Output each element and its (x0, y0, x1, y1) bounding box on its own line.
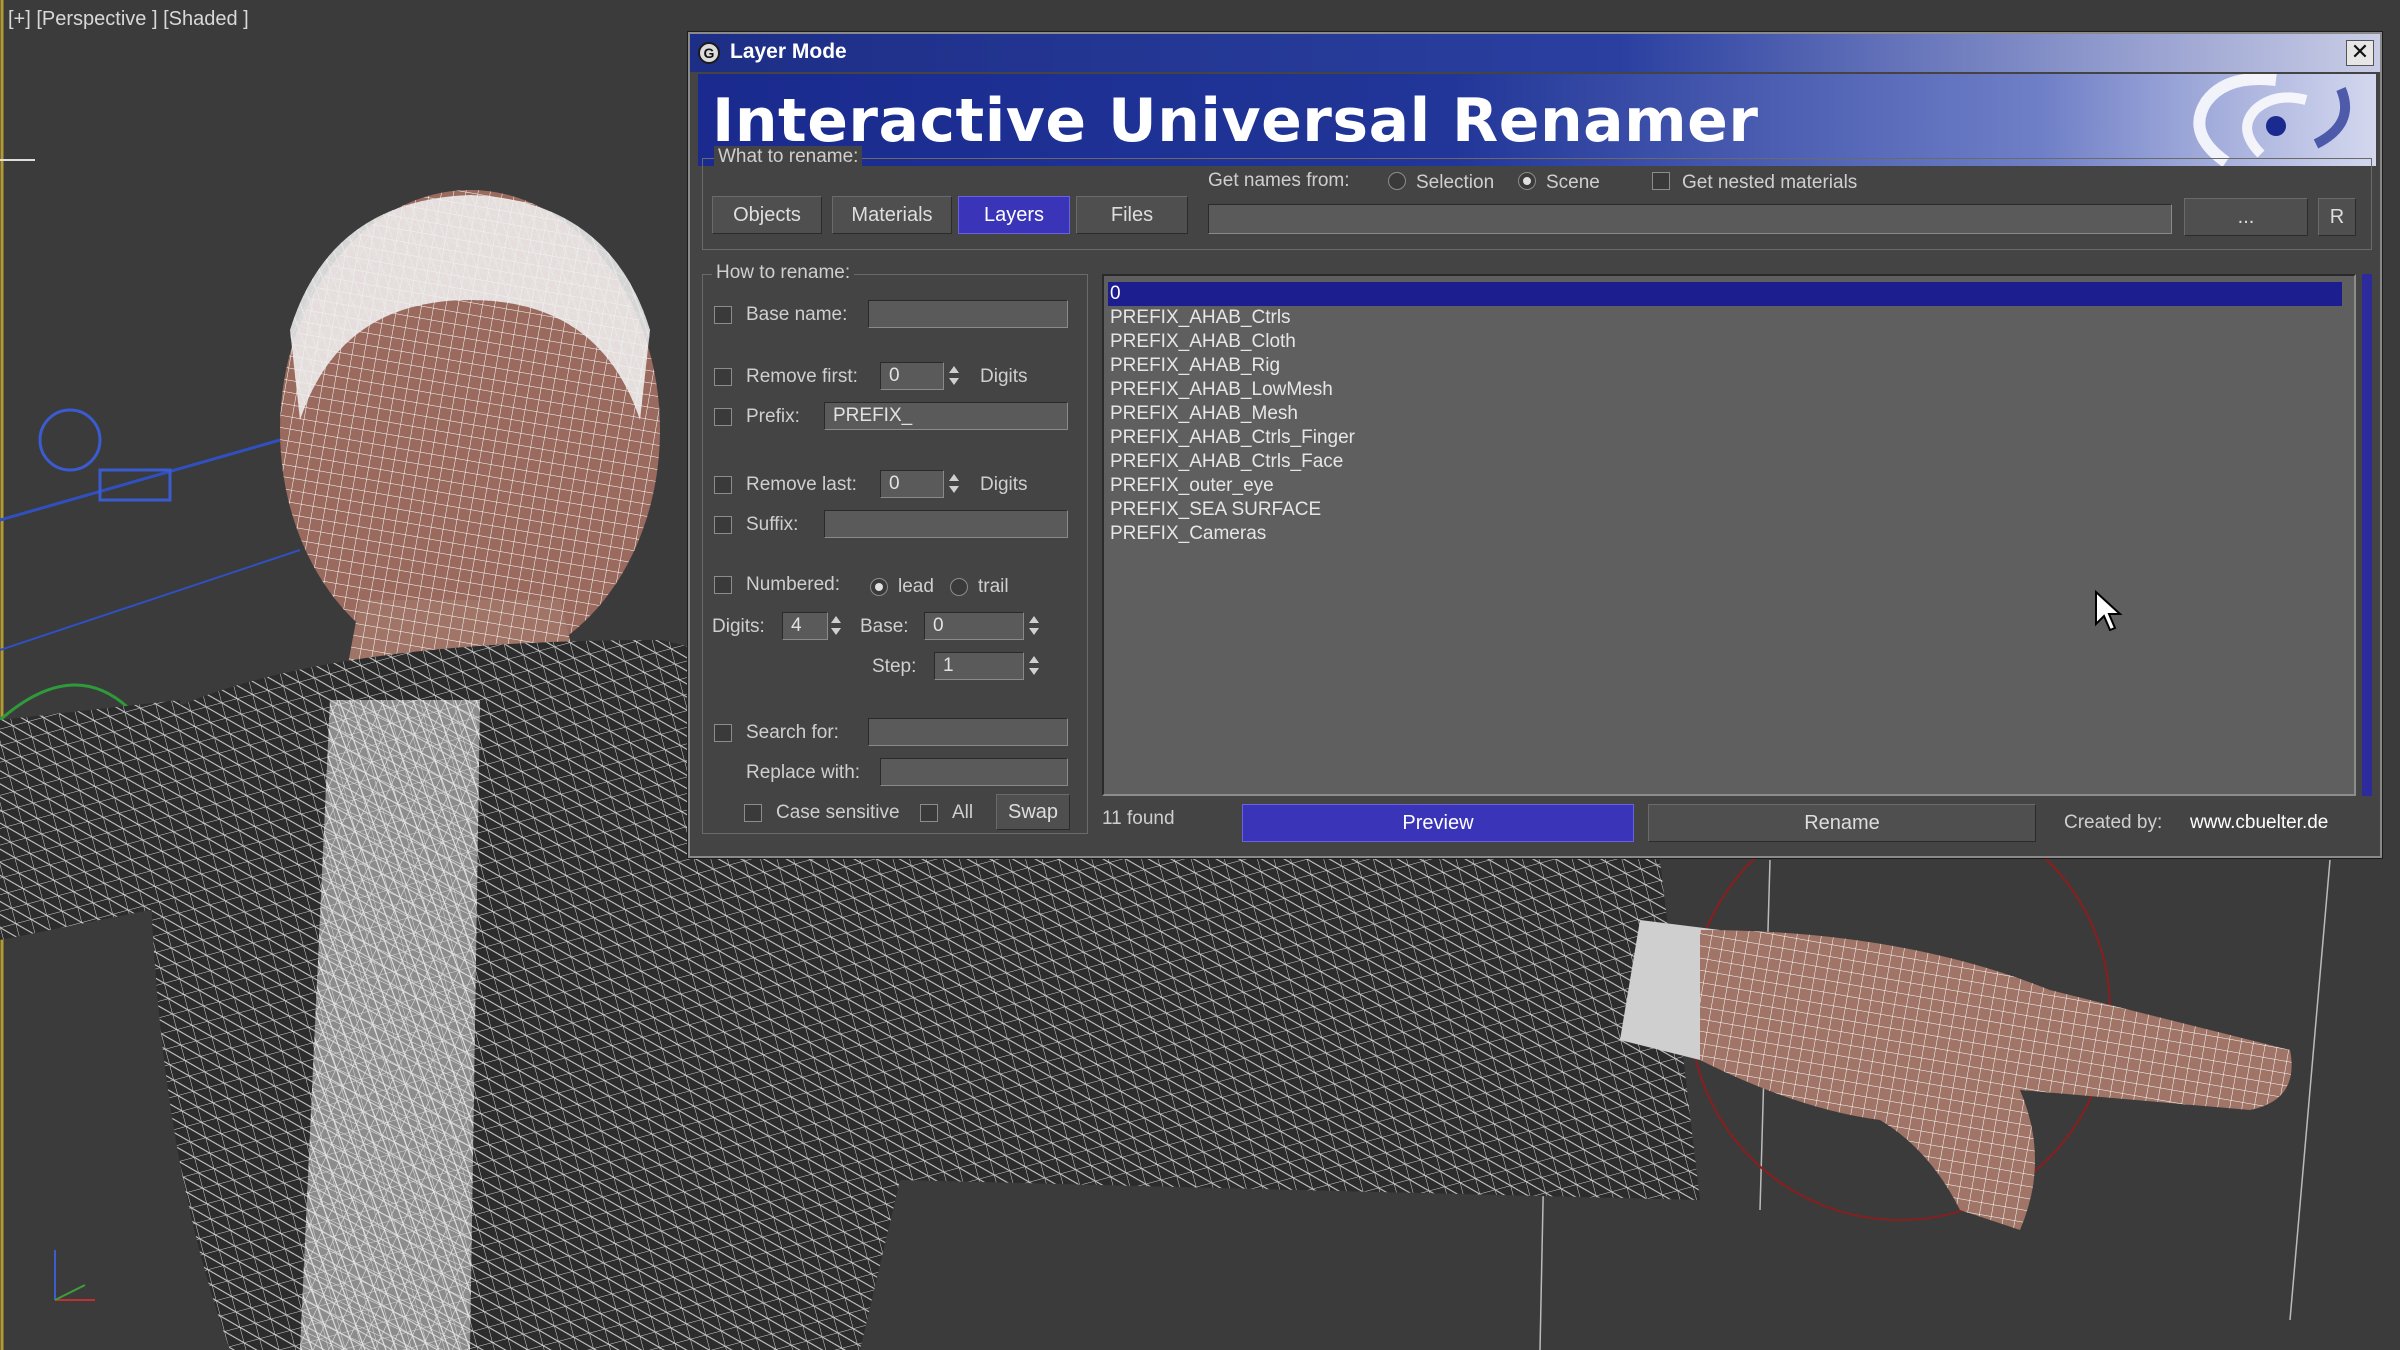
tab-materials[interactable]: Materials (832, 196, 952, 234)
banner-logo-icon (2193, 74, 2350, 166)
selection-label: Selection (1416, 172, 1495, 193)
base-spinner[interactable]: 0 (924, 612, 1024, 640)
search-checkbox[interactable] (714, 724, 732, 742)
preview-button[interactable]: Preview (1242, 804, 1634, 842)
digits-label: Digits: (712, 616, 765, 637)
trail-radio[interactable] (950, 578, 968, 596)
nested-materials-label: Get nested materials (1682, 172, 1858, 193)
list-item[interactable]: PREFIX_AHAB_Mesh (1108, 402, 2342, 426)
lead-label: lead (898, 576, 934, 597)
remove-first-checkbox[interactable] (714, 368, 732, 386)
remove-last-label: Remove last: (746, 474, 857, 495)
how-to-rename-group (702, 274, 1088, 834)
created-by-label: Created by: (2064, 812, 2163, 833)
remove-last-spinner[interactable]: 0 (880, 470, 944, 498)
prefix-checkbox[interactable] (714, 408, 732, 426)
replace-field[interactable] (880, 758, 1068, 786)
remove-first-spinner[interactable]: 0 (880, 362, 944, 390)
viewport-label[interactable]: [+] [Perspective ] [Shaded ] (8, 8, 249, 31)
prefix-label: Prefix: (746, 406, 800, 427)
digits-spinner[interactable]: 4 (782, 612, 828, 640)
suffix-field[interactable] (824, 510, 1068, 538)
list-item[interactable]: PREFIX_Cameras (1108, 522, 2342, 546)
base-name-checkbox[interactable] (714, 306, 732, 324)
step-spinner[interactable]: 1 (934, 652, 1024, 680)
banner: Interactive Universal Renamer (698, 74, 2376, 166)
suffix-checkbox[interactable] (714, 516, 732, 534)
scene-radio[interactable] (1518, 172, 1536, 190)
list-item[interactable]: PREFIX_AHAB_Ctrls_Face (1108, 450, 2342, 474)
found-count: 11 found (1102, 808, 1175, 829)
trail-label: trail (978, 576, 1009, 597)
banner-title: Interactive Universal Renamer (712, 86, 1759, 156)
what-to-rename-label: What to rename: (714, 146, 863, 168)
digits-spin-arrows[interactable] (828, 612, 844, 640)
source-path-field[interactable] (1208, 204, 2172, 234)
remove-first-spin-arrows[interactable] (946, 362, 962, 390)
list-item[interactable]: PREFIX_SEA SURFACE (1108, 498, 2342, 522)
browse-button[interactable]: ... (2184, 198, 2308, 236)
r-button[interactable]: R (2318, 198, 2356, 236)
tab-layers[interactable]: Layers (958, 196, 1070, 234)
base-name-label: Base name: (746, 304, 848, 325)
how-to-rename-label: How to rename: (712, 262, 855, 284)
renamer-dialog: G Layer Mode ✕ Interactive Universal Ren… (688, 32, 2382, 858)
list-item[interactable]: PREFIX_AHAB_Ctrls_Finger (1108, 426, 2342, 450)
list-item[interactable]: PREFIX_AHAB_LowMesh (1108, 378, 2342, 402)
step-label: Step: (872, 656, 917, 677)
get-names-from-label: Get names from: (1208, 170, 1350, 191)
list-item[interactable]: PREFIX_AHAB_Rig (1108, 354, 2342, 378)
numbered-label: Numbered: (746, 574, 840, 595)
case-sensitive-checkbox[interactable] (744, 804, 762, 822)
nested-materials-checkbox[interactable] (1652, 172, 1670, 190)
swap-button[interactable]: Swap (996, 794, 1070, 830)
selection-radio[interactable] (1388, 172, 1406, 190)
replace-label: Replace with: (746, 762, 861, 783)
list-scrollbar[interactable] (2362, 274, 2372, 796)
prefix-field[interactable]: PREFIX_ (824, 402, 1068, 430)
app-icon: G (698, 42, 720, 64)
remove-first-digits-label: Digits (980, 366, 1028, 387)
case-sensitive-label: Case sensitive (776, 802, 900, 823)
remove-last-digits-label: Digits (980, 474, 1028, 495)
list-item[interactable]: 0 (1108, 282, 2342, 306)
tab-files[interactable]: Files (1076, 196, 1188, 234)
title-bar[interactable]: G Layer Mode ✕ (690, 34, 2380, 72)
base-spin-arrows[interactable] (1026, 612, 1042, 640)
search-label: Search for: (746, 722, 839, 743)
all-checkbox[interactable] (920, 804, 938, 822)
list-item[interactable]: PREFIX_AHAB_Cloth (1108, 330, 2342, 354)
created-by-link[interactable]: www.cbuelter.de (2190, 812, 2328, 834)
base-name-field[interactable] (868, 300, 1068, 328)
mouse-cursor-icon (2095, 590, 2123, 632)
all-label: All (952, 802, 974, 823)
lead-radio[interactable] (870, 578, 888, 596)
step-spin-arrows[interactable] (1026, 652, 1042, 680)
remove-last-spin-arrows[interactable] (946, 470, 962, 498)
scene-label: Scene (1546, 172, 1600, 193)
search-field[interactable] (868, 718, 1068, 746)
remove-first-label: Remove first: (746, 366, 858, 387)
close-button[interactable]: ✕ (2346, 40, 2374, 66)
list-item[interactable]: PREFIX_outer_eye (1108, 474, 2342, 498)
rename-button[interactable]: Rename (1648, 804, 2036, 842)
remove-last-checkbox[interactable] (714, 476, 732, 494)
layer-name-list[interactable]: 0 PREFIX_AHAB_Ctrls PREFIX_AHAB_Cloth PR… (1102, 274, 2356, 796)
tab-objects[interactable]: Objects (712, 196, 822, 234)
suffix-label: Suffix: (746, 514, 799, 535)
list-item[interactable]: PREFIX_AHAB_Ctrls (1108, 306, 2342, 330)
numbered-checkbox[interactable] (714, 576, 732, 594)
base-label: Base: (860, 616, 909, 637)
window-title: Layer Mode (730, 40, 847, 63)
